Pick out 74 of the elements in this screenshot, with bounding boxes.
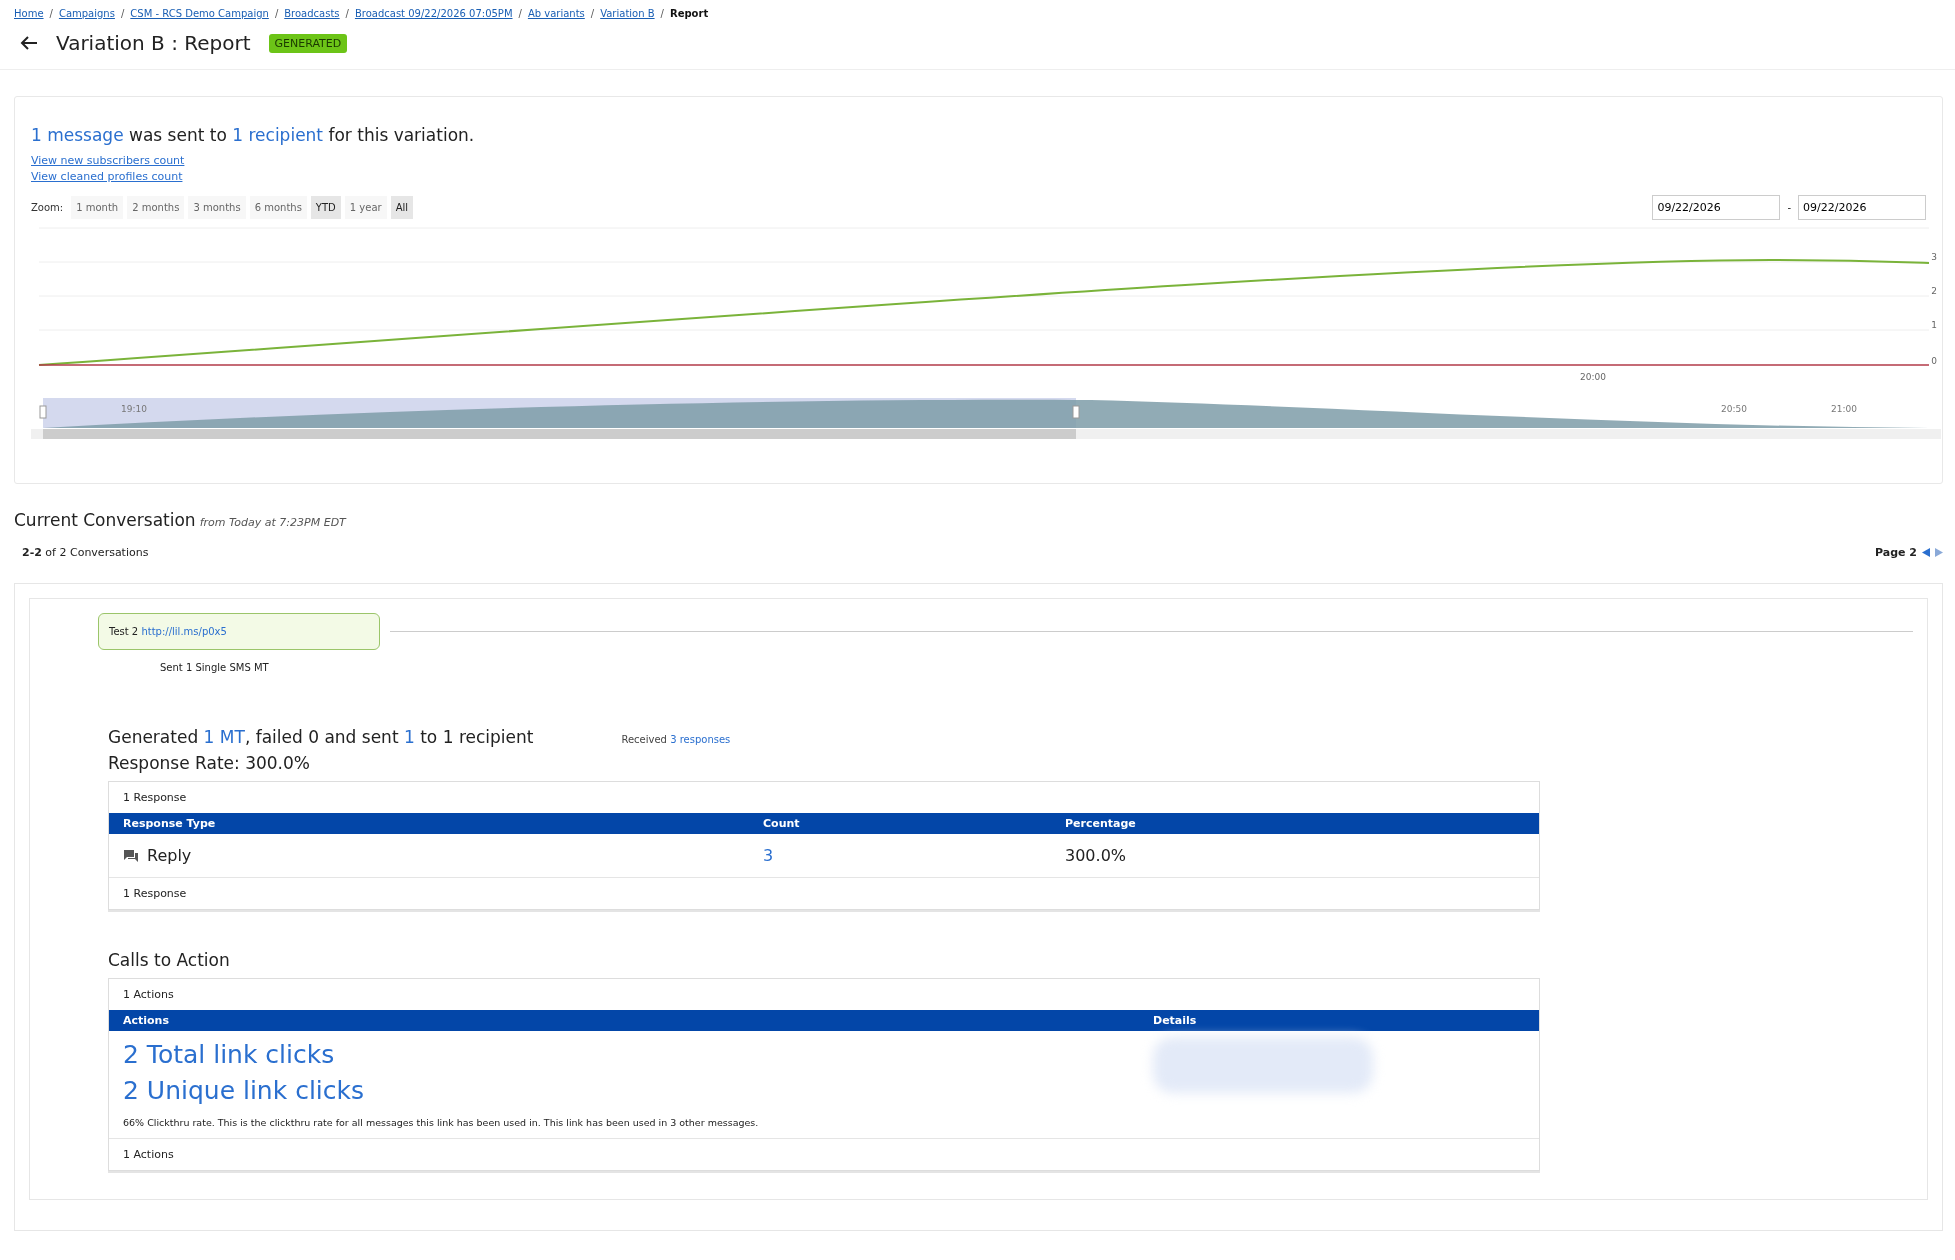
report-link[interactable]: View new subscribers count	[31, 153, 1926, 169]
table-cell-text: 300.0%	[1065, 846, 1127, 865]
table-caption: 1 Actions	[122, 987, 175, 1003]
breadcrumb-link[interactable]: Ab variants	[527, 8, 585, 19]
zoom-range-button[interactable]: 2 months	[127, 196, 185, 219]
text-link[interactable]: 3 responses	[670, 734, 731, 745]
received-text: Received 3 responses	[621, 734, 731, 745]
navigator-time-label: 21:00	[1831, 404, 1857, 414]
navigator-time-label: 20:50	[1721, 404, 1747, 414]
unique-clicks-link[interactable]: 2 Unique link clicks	[123, 1073, 1153, 1109]
table-header: Response Type Count Percentage	[109, 813, 1539, 834]
breadcrumb-link[interactable]: Campaigns	[58, 8, 115, 19]
zoom-range-button[interactable]: 3 months	[188, 196, 246, 219]
y-axis-label: 3	[1931, 252, 1937, 262]
breadcrumb-separator: /	[120, 8, 125, 19]
table-header: Actions Details	[109, 1010, 1539, 1031]
conversation-time: from Today at 7:23PM EDT	[199, 516, 346, 529]
y-axis-label: 0	[1931, 356, 1937, 366]
navigator-handle[interactable]	[39, 405, 47, 419]
zoom-range-button[interactable]: All	[390, 196, 414, 219]
summary-sentence: 1 message was sent to 1 recipient for this variation.	[31, 125, 476, 145]
y-axis-label: 2	[1931, 286, 1937, 296]
message-status: Sent 1 Single SMS MT	[159, 661, 270, 673]
breadcrumb-current: Report	[669, 8, 709, 19]
section-heading: Calls to Action	[108, 950, 231, 970]
previous-page-icon[interactable]	[1922, 548, 1930, 557]
zoom-label: Zoom:	[31, 202, 64, 213]
breadcrumb-separator: /	[518, 8, 522, 19]
breadcrumb-link[interactable]: Variation B	[600, 8, 655, 19]
breadcrumb-separator: /	[345, 8, 349, 19]
breadcrumb-link[interactable]: Broadcast 09/22/2026 07:05PM	[354, 8, 513, 19]
date-separator: -	[1787, 202, 1791, 213]
page-title: Variation B : Report	[56, 31, 251, 55]
breadcrumb-separator: /	[660, 8, 664, 19]
breadcrumb-separator: /	[590, 8, 595, 19]
table-caption: 1 Response	[122, 886, 188, 902]
table-cell: Reply	[147, 846, 192, 865]
start-date-field[interactable]: 09/22/2026	[1652, 195, 1781, 220]
breadcrumb-link[interactable]: Broadcasts	[284, 8, 340, 19]
page-label: Page 2	[1875, 546, 1917, 559]
zoom-range-button[interactable]: YTD	[310, 196, 341, 219]
zoom-range-button[interactable]: 6 months	[249, 196, 307, 219]
text-link[interactable]: 1 recipient	[232, 125, 324, 145]
text-link[interactable]: 1	[403, 727, 415, 747]
breadcrumb-link[interactable]: Home	[14, 8, 44, 19]
breadcrumb-link[interactable]: CSM - RCS Demo Campaign	[130, 8, 269, 19]
message-text: Test 2 http://lil.ms/p0x5	[109, 626, 227, 637]
report-link[interactable]: View cleaned profiles count	[31, 169, 1926, 185]
back-arrow-icon[interactable]	[20, 35, 38, 51]
next-page-icon[interactable]	[1935, 548, 1943, 557]
table-caption: 1 Response	[122, 790, 188, 806]
section-heading: Current Conversation	[14, 510, 196, 530]
zoom-range-button[interactable]: 1 month	[71, 196, 124, 219]
end-date-field[interactable]: 09/22/2026	[1798, 195, 1926, 220]
conversation-count: 2-2 of 2 Conversations	[22, 546, 149, 559]
y-axis-label: 1	[1931, 320, 1937, 330]
text-link[interactable]: 1 message	[31, 125, 124, 145]
breadcrumb-separator: /	[49, 8, 53, 19]
count-link[interactable]: 3	[763, 846, 774, 865]
navigator-time-label: 19:10	[121, 404, 147, 414]
x-axis-label: 20:00	[1580, 372, 1606, 382]
table-caption: 1 Actions	[122, 1147, 175, 1163]
scrollbar[interactable]	[31, 429, 1941, 439]
breadcrumb-separator: /	[274, 8, 279, 19]
text-link[interactable]: 1 MT	[203, 727, 245, 747]
chat-bubbles-icon	[123, 848, 139, 863]
response-rate: Response Rate: 300.0%	[108, 753, 311, 773]
zoom-range-button[interactable]: 1 year	[344, 196, 387, 219]
message-link[interactable]: http://lil.ms/p0x5	[141, 626, 227, 637]
stats-sentence: Generated 1 MT, failed 0 and sent 1 to 1 recipient	[108, 727, 534, 747]
navigator-handle[interactable]	[1072, 405, 1080, 419]
status-badge: GENERATED	[268, 33, 348, 53]
clickthru-note: 66% Clickthru rate. This is the clickthru rate for all messages this link has been used in. This link has been used in 3 other messages.	[123, 1117, 760, 1128]
total-clicks-link[interactable]: 2 Total link clicks	[123, 1037, 1153, 1073]
